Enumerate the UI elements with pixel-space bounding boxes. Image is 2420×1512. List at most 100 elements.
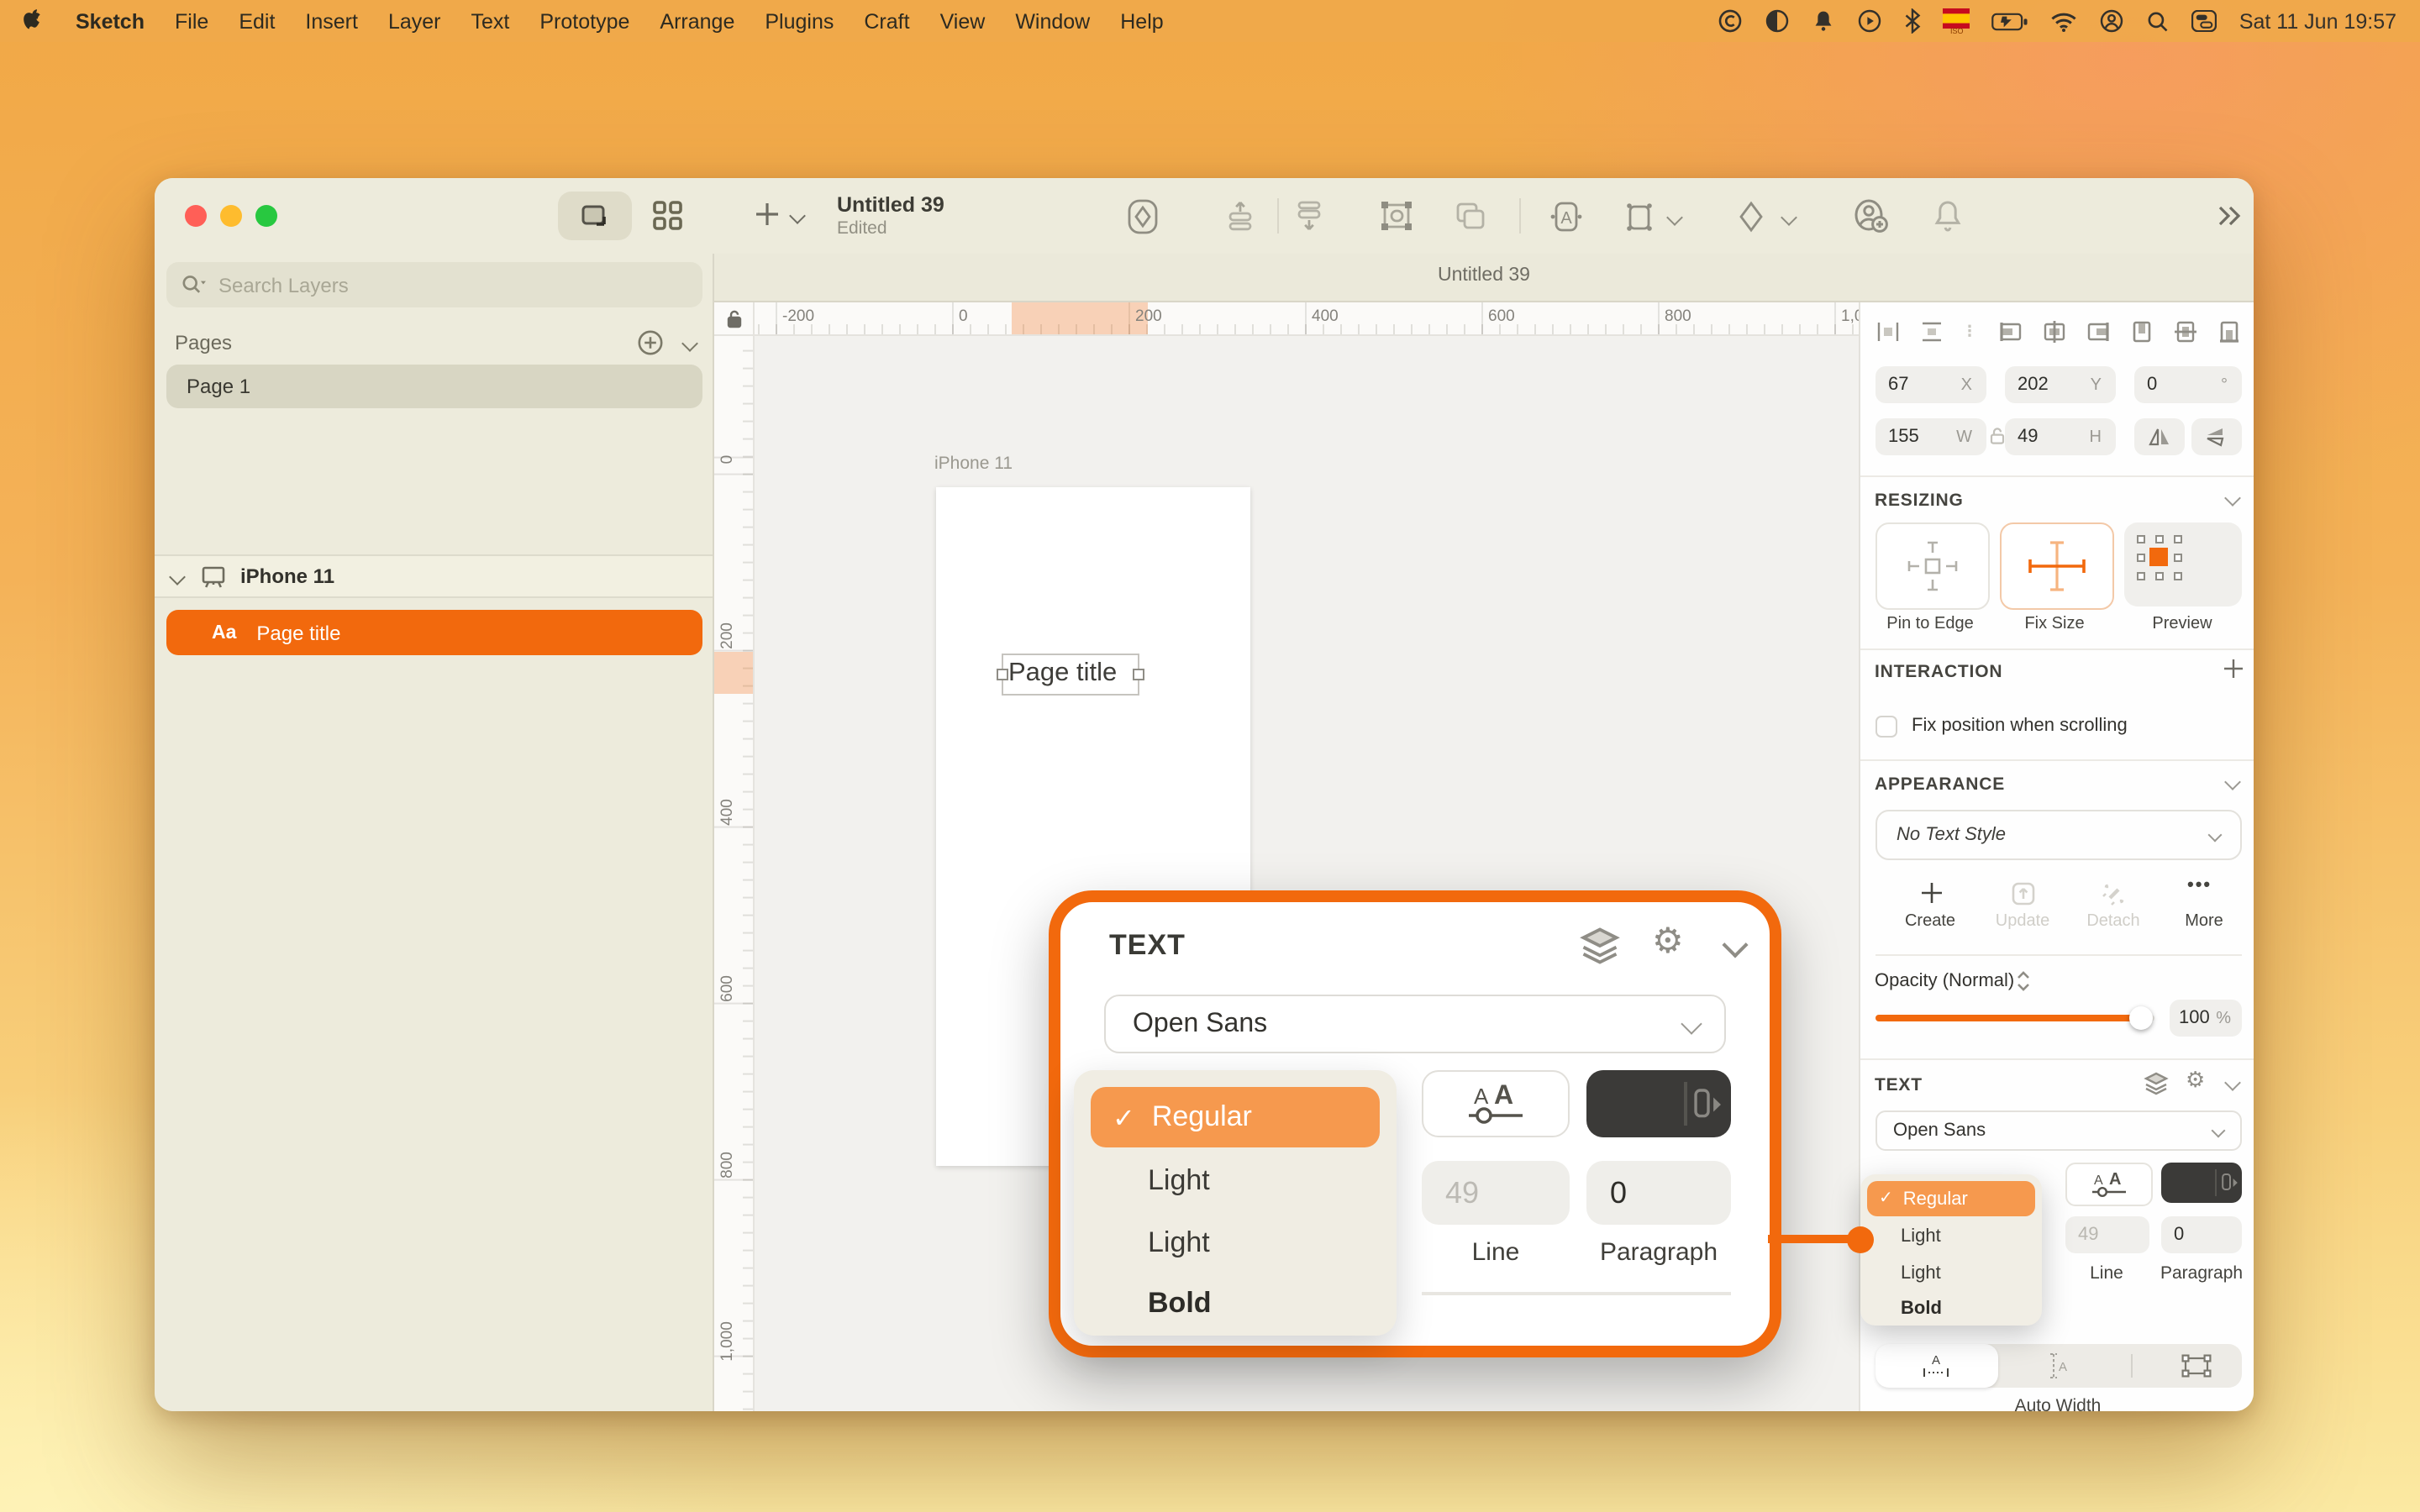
traffic-light-zoom[interactable] [255,205,277,227]
pin-to-edge-button[interactable] [1875,522,1989,610]
display-contrast-icon[interactable] [1765,8,1791,34]
menu-item-file[interactable]: File [175,9,208,33]
page-list-item[interactable]: Page 1 [166,365,702,408]
shape-chevron-icon[interactable] [1781,209,1797,226]
align-left-icon[interactable] [1997,319,2023,344]
wifi-icon[interactable] [2051,11,2078,31]
selection-handle-left[interactable] [997,669,1008,680]
selected-text-layer-row[interactable]: Aa Page title [166,610,702,655]
distribute-up-icon[interactable] [1225,200,1255,232]
height-field[interactable]: 49 H [2004,418,2115,455]
detach-style-icon[interactable] [2100,880,2127,907]
creative-cloud-icon[interactable] [1718,8,1744,34]
distribute-horizontally-icon[interactable] [1875,319,1900,344]
artboard-collapse-chevron-icon[interactable] [169,568,186,585]
grid-view-toggle-icon[interactable] [652,200,684,232]
ruler-lock-icon[interactable] [725,308,742,328]
layer-search-field[interactable]: Search Layers [166,262,702,307]
x-position-field[interactable]: 67 X [1875,366,1986,403]
menu-item-plugins[interactable]: Plugins [765,9,834,33]
insert-artboard-chevron-icon[interactable] [1666,209,1683,226]
apple-menu-icon[interactable] [24,8,45,34]
text-style-select[interactable]: No Text Style [1875,810,2241,860]
fix-size-button[interactable] [1999,522,2113,610]
traffic-light-close[interactable] [185,205,207,227]
text-color-swatch[interactable] [2160,1163,2241,1203]
font-weight-option[interactable]: Light [1901,1263,1941,1284]
artboard-title[interactable]: iPhone 11 [934,454,1013,474]
menu-item-edit[interactable]: Edit [239,9,275,33]
ungroup-icon[interactable] [1454,200,1487,232]
group-icon[interactable] [1380,200,1413,232]
control-center-icon[interactable] [2191,10,2217,32]
auto-width-segment[interactable]: A [1875,1344,1997,1388]
menu-item-layer[interactable]: Layer [388,9,441,33]
menu-item-craft[interactable]: Craft [864,9,909,33]
rotation-field[interactable]: 0 ° [2133,366,2241,403]
insert-artboard-icon[interactable] [1623,200,1655,234]
insert-plus-button[interactable] [753,200,781,228]
fixed-size-segment[interactable] [2174,1344,2217,1388]
opacity-slider-knob[interactable] [2128,1006,2152,1030]
text-styles-layers-icon[interactable] [2142,1072,2169,1095]
bluetooth-icon[interactable] [1905,8,1922,34]
insert-chevron-icon[interactable] [789,207,806,224]
notifications-bell-icon[interactable] [1933,198,1963,234]
menu-item-insert[interactable]: Insert [305,9,358,33]
add-page-icon[interactable] [637,329,664,356]
text-settings-gear-icon[interactable]: ⚙ [2186,1068,2205,1094]
align-bottom-icon[interactable] [2216,319,2241,344]
text-section-collapse-chevron-icon[interactable] [2223,1074,2240,1091]
auto-height-segment[interactable]: A [2036,1344,2076,1388]
keyboard-layout-es-icon[interactable]: ISO [1943,8,1970,35]
menu-item-window[interactable]: Window [1015,9,1090,33]
update-style-icon[interactable] [2009,880,2036,907]
create-style-icon[interactable] [1918,880,1944,906]
sidebar-view-toggle[interactable] [558,192,632,240]
text-tool-icon[interactable]: A [1549,200,1583,234]
distribute-vertically-icon[interactable] [1918,319,1944,344]
notification-bell-icon[interactable] [1812,8,1836,34]
add-interaction-icon[interactable] [2221,657,2244,680]
paragraph-spacing-field[interactable]: 0 [2160,1216,2241,1253]
appearance-collapse-chevron-icon[interactable] [2223,774,2240,790]
flip-vertical-button[interactable] [2191,418,2241,455]
line-height-field[interactable]: 49 [2065,1216,2149,1253]
font-weight-option-selected[interactable]: ✓ Regular [1867,1181,2035,1216]
fix-position-checkbox[interactable] [1875,716,1897,738]
opacity-slider[interactable] [1875,1006,2154,1030]
width-field[interactable]: 155 W [1875,418,1986,455]
pages-collapse-chevron-icon[interactable] [681,334,698,351]
flip-horizontal-button[interactable] [2133,418,2184,455]
font-weight-option[interactable]: Light [1901,1226,1941,1247]
menubar-clock[interactable]: Sat 11 Jun 19:57 [2239,9,2396,33]
add-collaborator-icon[interactable] [1852,198,1889,234]
selected-text-element[interactable]: Page title [997,654,1144,696]
toolbar-overflow-icon[interactable] [2215,202,2244,230]
document-tab[interactable]: Untitled 39 [714,265,2254,286]
opacity-value-field[interactable]: 100% [2169,1000,2241,1037]
font-size-adjust-button[interactable]: AA [2065,1163,2152,1206]
vertical-ruler[interactable]: 0 200 400 600 800 1,000 [714,336,755,1411]
user-account-icon[interactable] [2100,8,2125,34]
shape-diamond-icon[interactable] [1738,200,1765,234]
screen-mirroring-icon[interactable] [1858,8,1883,34]
selection-handle-right[interactable] [1133,669,1144,680]
traffic-light-minimize[interactable] [220,205,242,227]
menu-item-help[interactable]: Help [1120,9,1163,33]
menu-item-text[interactable]: Text [471,9,510,33]
distribute-down-icon[interactable] [1294,200,1324,232]
font-weight-option[interactable]: Bold [1901,1299,1942,1319]
artboard-row[interactable]: iPhone 11 [155,554,713,598]
align-center-h-icon[interactable] [2041,319,2066,344]
spotlight-search-icon[interactable] [2147,9,2170,33]
horizontal-ruler[interactable]: -200 0 200 400 600 800 1,000 [755,302,1859,336]
font-family-select[interactable]: Open Sans [1875,1110,2241,1151]
y-position-field[interactable]: 202 Y [2004,366,2115,403]
menu-item-sketch[interactable]: Sketch [76,9,145,33]
resizing-preview-thumbnail[interactable] [2123,522,2241,606]
constrain-proportions-lock-icon[interactable] [1990,427,2005,445]
align-top-icon[interactable] [2128,319,2154,344]
align-middle-v-icon[interactable] [2172,319,2197,344]
menu-item-prototype[interactable]: Prototype [539,9,629,33]
